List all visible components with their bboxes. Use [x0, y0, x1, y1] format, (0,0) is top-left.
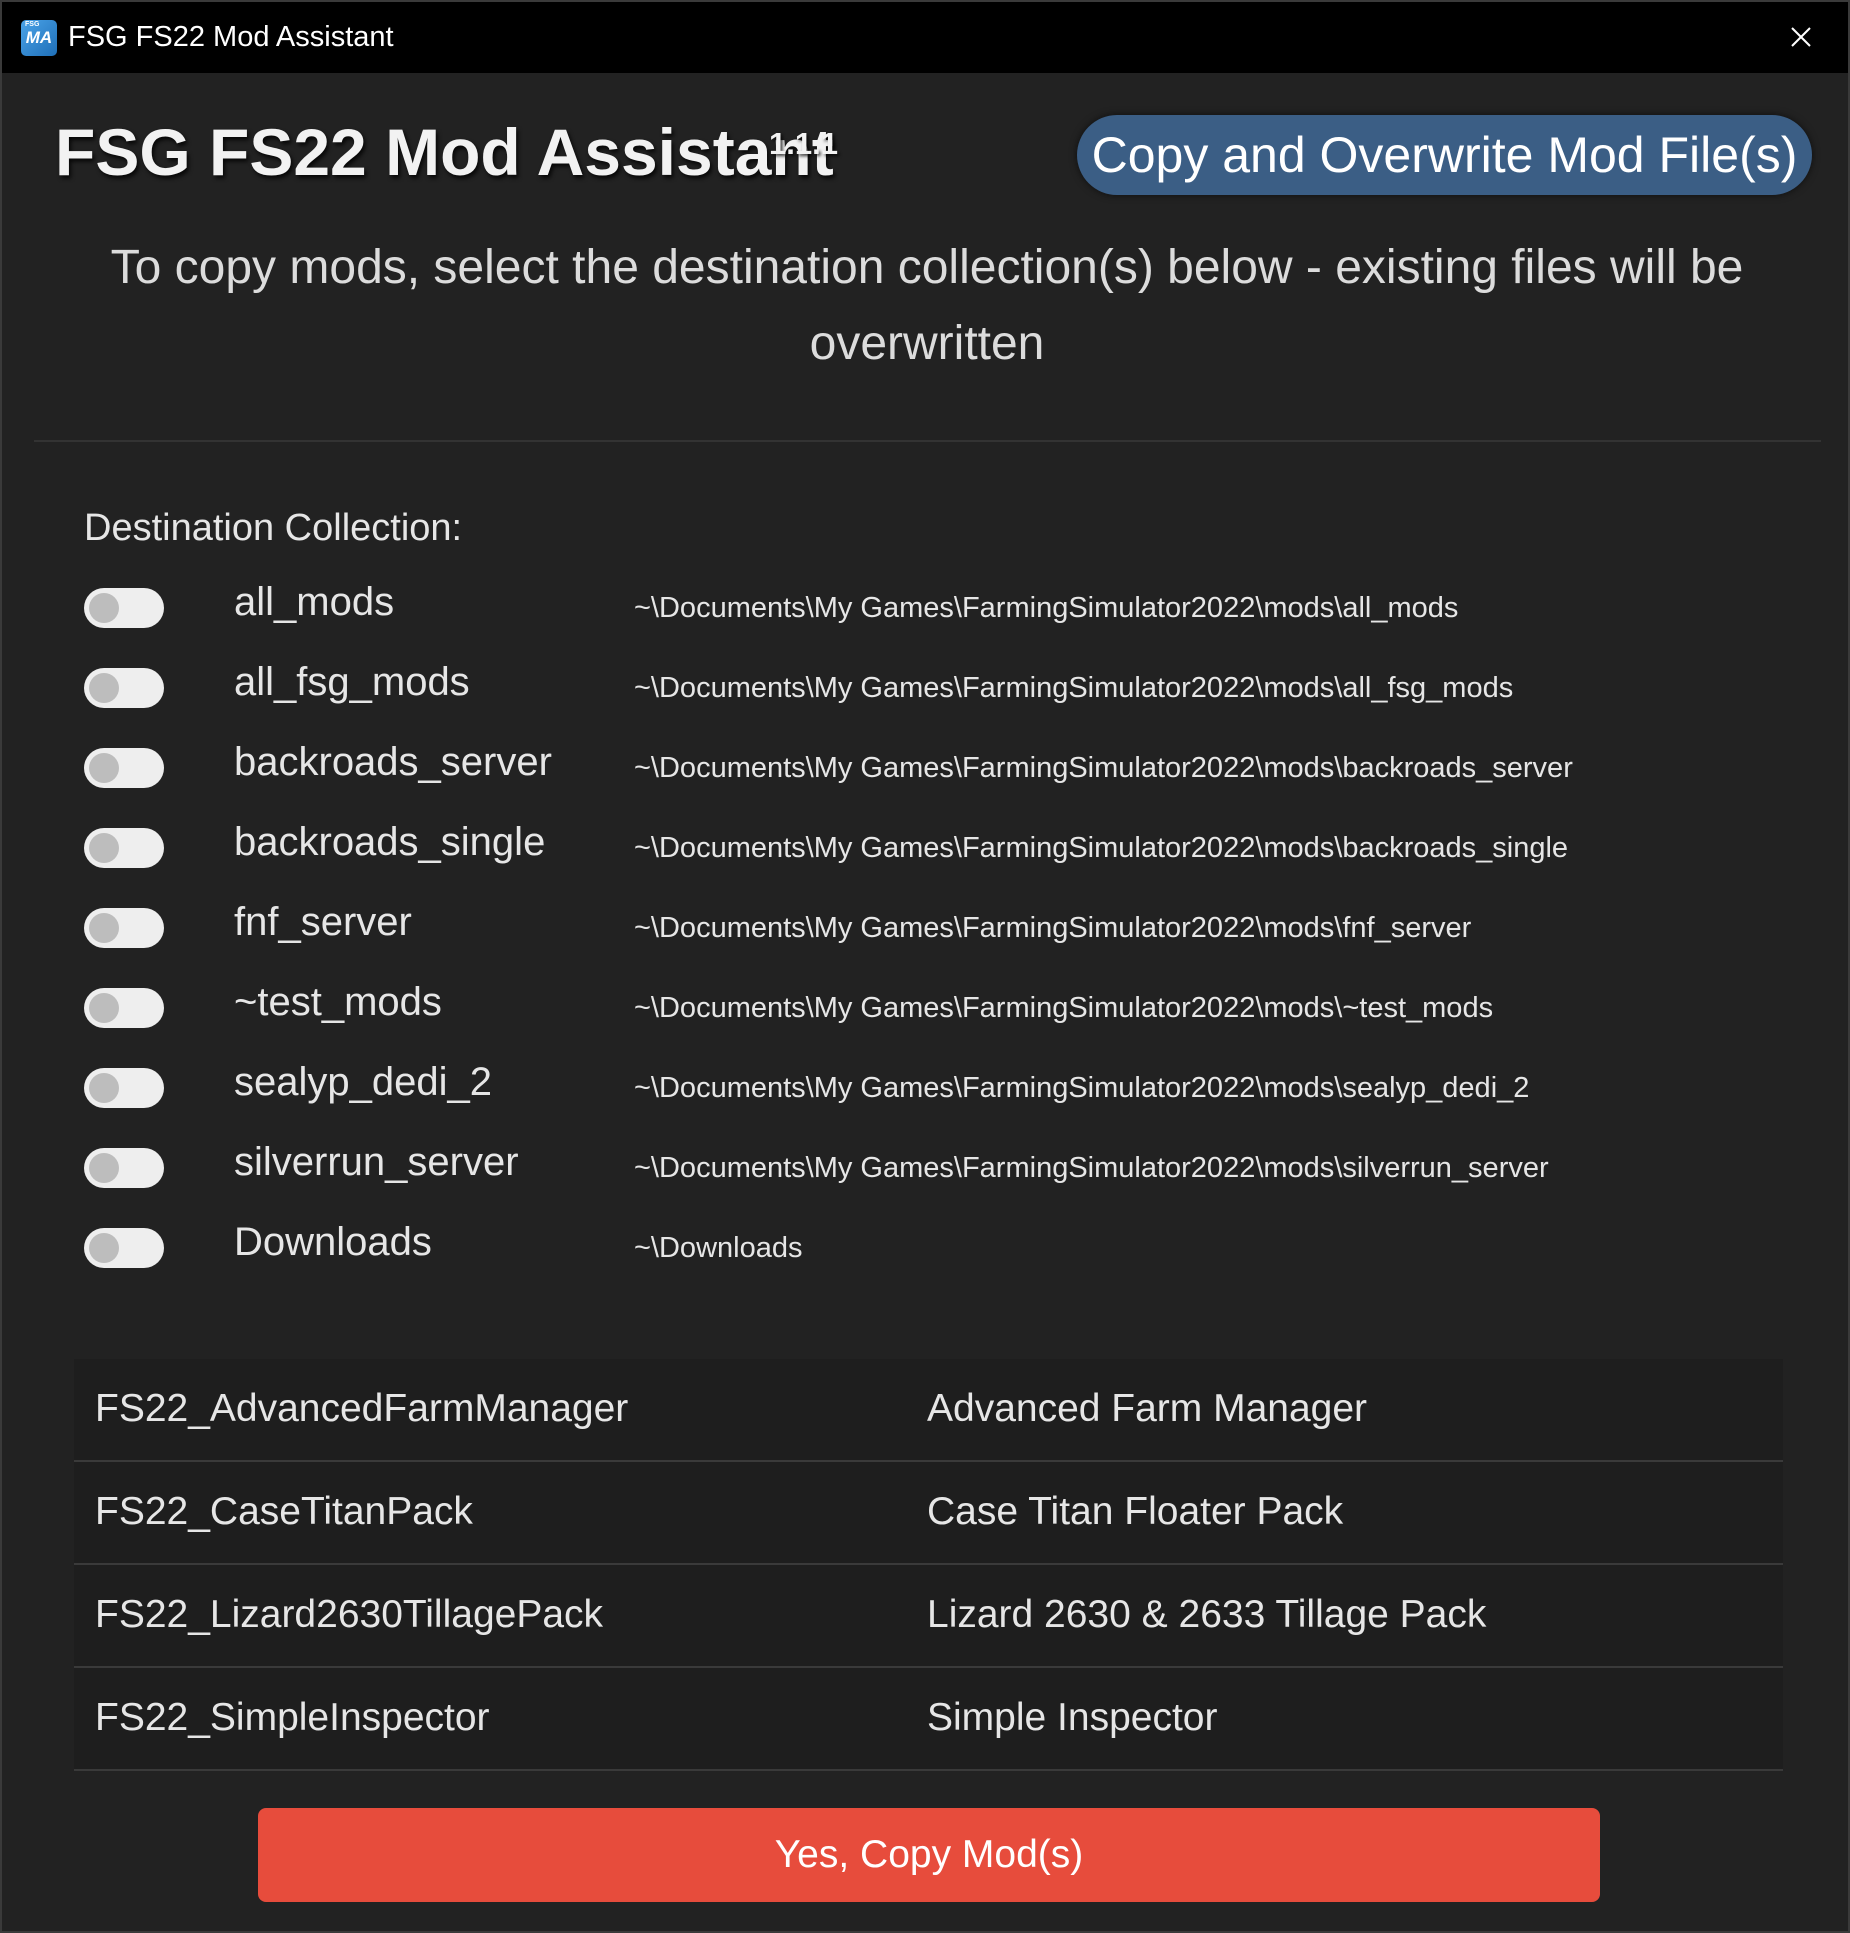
mod-title: Advanced Farm Manager — [927, 1387, 1368, 1430]
collection-toggle[interactable] — [84, 988, 164, 1028]
close-icon — [1791, 27, 1811, 47]
collection-toggle[interactable] — [84, 1068, 164, 1108]
collection-row: silverrun_server ~\Documents\My Games\Fa… — [84, 1140, 1784, 1220]
mod-list-table: FS22_AdvancedFarmManager Advanced Farm M… — [74, 1359, 1783, 1771]
mod-file-name: FS22_SimpleInspector — [95, 1696, 490, 1739]
table-row: FS22_SimpleInspector Simple Inspector — [74, 1668, 1783, 1771]
mod-title: Simple Inspector — [927, 1696, 1218, 1739]
collection-toggle[interactable] — [84, 1228, 164, 1268]
collection-row: backroads_server ~\Documents\My Games\Fa… — [84, 740, 1784, 820]
collection-toggle[interactable] — [84, 828, 164, 868]
collection-path: ~\Documents\My Games\FarmingSimulator202… — [634, 672, 1514, 704]
toggle-knob — [89, 913, 119, 943]
collection-toggle[interactable] — [84, 908, 164, 948]
collection-row: backroads_single ~\Documents\My Games\Fa… — [84, 820, 1784, 900]
toggle-knob — [89, 833, 119, 863]
mod-title: Case Titan Floater Pack — [927, 1490, 1344, 1533]
version-label: 1.1.1 — [769, 126, 838, 161]
collection-path: ~\Documents\My Games\FarmingSimulator202… — [634, 592, 1459, 624]
toggle-knob — [89, 753, 119, 783]
mod-file-name: FS22_AdvancedFarmManager — [95, 1387, 629, 1430]
collection-name: Downloads — [234, 1220, 432, 1264]
app-icon-small-text: FSG — [25, 20, 40, 28]
confirm-copy-button[interactable]: Yes, Copy Mod(s) — [258, 1808, 1600, 1902]
collection-name: ~test_mods — [234, 980, 442, 1024]
collection-toggle[interactable] — [84, 588, 164, 628]
toggle-knob — [89, 1233, 119, 1263]
destination-collection-label: Destination Collection: — [84, 507, 463, 549]
toggle-knob — [89, 993, 119, 1023]
collection-row: Downloads ~\Downloads — [84, 1220, 1784, 1300]
collection-name: silverrun_server — [234, 1140, 519, 1184]
collection-path: ~\Documents\My Games\FarmingSimulator202… — [634, 752, 1573, 784]
mod-assistant-window: FSG MA FSG FS22 Mod Assistant FSG FS22 M… — [0, 0, 1850, 1933]
close-button[interactable] — [1782, 18, 1820, 56]
toggle-knob — [89, 1153, 119, 1183]
mod-file-name: FS22_CaseTitanPack — [95, 1490, 473, 1533]
app-icon-text: MA — [25, 27, 53, 47]
mod-title: Lizard 2630 & 2633 Tillage Pack — [927, 1593, 1487, 1636]
toggle-knob — [89, 1073, 119, 1103]
collection-path: ~\Documents\My Games\FarmingSimulator202… — [634, 1152, 1549, 1184]
app-icon: FSG MA — [21, 19, 57, 56]
collection-name: sealyp_dedi_2 — [234, 1060, 492, 1104]
table-row: FS22_AdvancedFarmManager Advanced Farm M… — [74, 1359, 1783, 1462]
copy-overwrite-header-button[interactable]: Copy and Overwrite Mod File(s) — [1077, 115, 1812, 195]
collection-list: all_mods ~\Documents\My Games\FarmingSim… — [84, 580, 1784, 1300]
collection-path: ~\Documents\My Games\FarmingSimulator202… — [634, 1072, 1530, 1104]
collection-row: all_mods ~\Documents\My Games\FarmingSim… — [84, 580, 1784, 660]
collection-name: backroads_server — [234, 740, 552, 784]
title-bar[interactable]: FSG MA FSG FS22 Mod Assistant — [2, 2, 1848, 73]
table-row: FS22_CaseTitanPack Case Titan Floater Pa… — [74, 1462, 1783, 1565]
collection-name: backroads_single — [234, 820, 546, 864]
collection-toggle[interactable] — [84, 748, 164, 788]
collection-path: ~\Downloads — [634, 1232, 803, 1264]
collection-name: all_fsg_mods — [234, 660, 470, 704]
collection-row: ~test_mods ~\Documents\My Games\FarmingS… — [84, 980, 1784, 1060]
page-title: FSG FS22 Mod Assistant — [55, 115, 834, 189]
collection-name: fnf_server — [234, 900, 412, 944]
collection-row: all_fsg_mods ~\Documents\My Games\Farmin… — [84, 660, 1784, 740]
collection-name: all_mods — [234, 580, 395, 624]
collection-path: ~\Documents\My Games\FarmingSimulator202… — [634, 832, 1569, 864]
window-title: FSG FS22 Mod Assistant — [68, 21, 394, 53]
toggle-knob — [89, 593, 119, 623]
mod-file-name: FS22_Lizard2630TillagePack — [95, 1593, 604, 1636]
table-row: FS22_Lizard2630TillagePack Lizard 2630 &… — [74, 1565, 1783, 1668]
collection-row: fnf_server ~\Documents\My Games\FarmingS… — [84, 900, 1784, 980]
toggle-knob — [89, 673, 119, 703]
collection-toggle[interactable] — [84, 668, 164, 708]
instructions-text: To copy mods, select the destination col… — [110, 241, 1744, 370]
collection-row: sealyp_dedi_2 ~\Documents\My Games\Farmi… — [84, 1060, 1784, 1140]
divider — [34, 440, 1821, 442]
collection-toggle[interactable] — [84, 1148, 164, 1188]
collection-path: ~\Documents\My Games\FarmingSimulator202… — [634, 912, 1472, 944]
collection-path: ~\Documents\My Games\FarmingSimulator202… — [634, 992, 1494, 1024]
